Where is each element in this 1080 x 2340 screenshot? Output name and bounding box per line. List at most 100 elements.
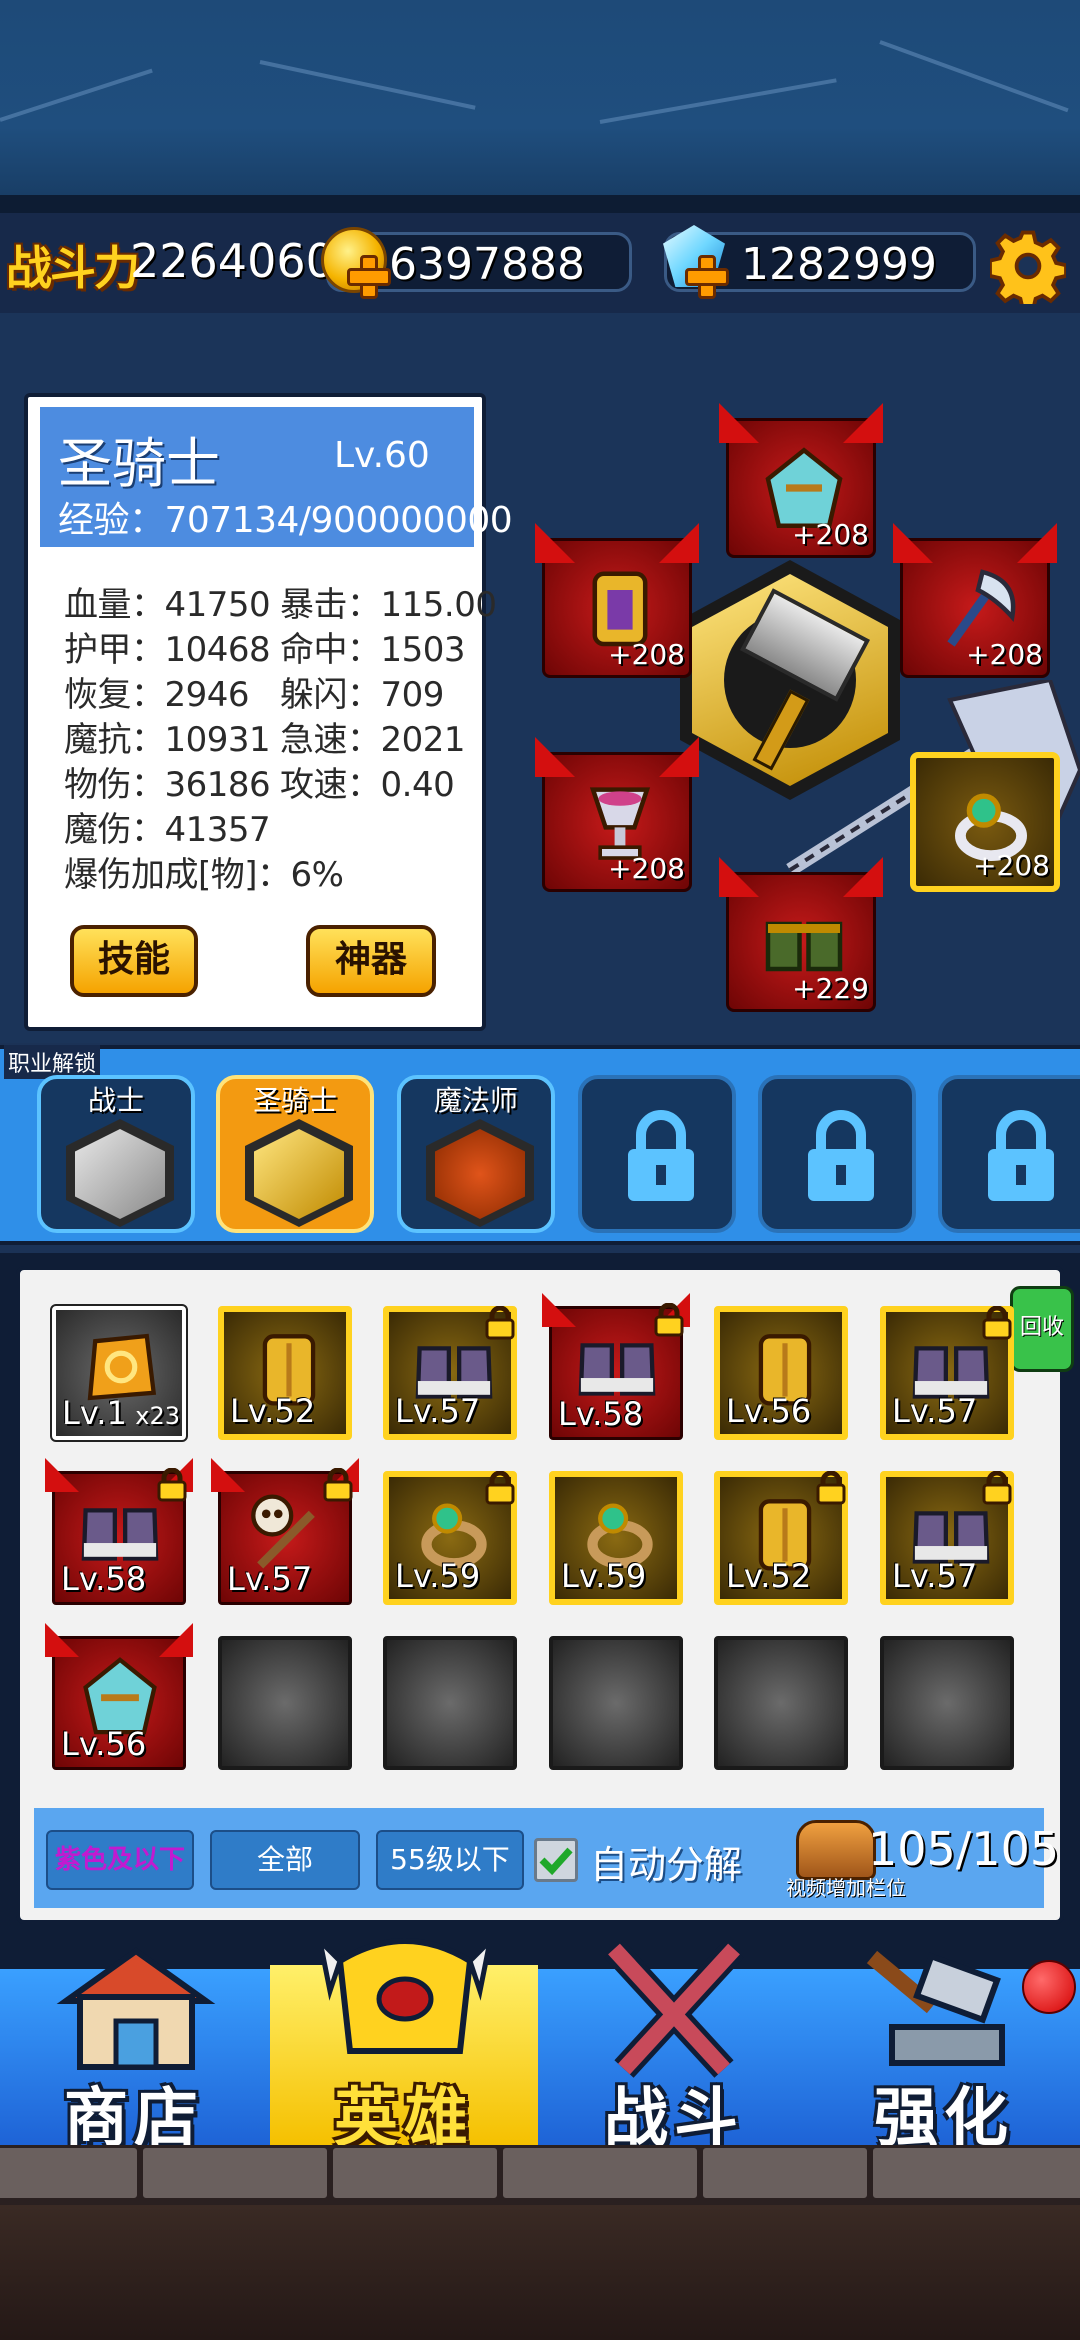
game-screen: { "header": { "power_label": "战斗力", "pow… [0,0,1080,2340]
stat-crit-dmg: 爆伤加成[物]：6% [64,855,344,895]
lock-icon [982,1306,1012,1340]
job-name: 圣骑士 [252,1084,337,1117]
gem-counter[interactable]: 1282999 [663,225,976,299]
stat-phys-dmg: 物伤：36186 [64,765,271,805]
empty-slot[interactable] [714,1636,848,1770]
stat-crit: 暴击：115.00 [280,585,497,625]
top-divider [0,195,1080,213]
item-level: Lv.59 [395,1557,481,1595]
inventory-item[interactable]: Lv.57 [880,1306,1014,1440]
inventory-item[interactable]: Lv.57 [880,1471,1014,1605]
inventory-item[interactable]: Lv.57 [383,1306,517,1440]
gear-icon[interactable] [990,228,1066,304]
nav-hero[interactable]: 英雄 [270,1937,538,2156]
item-level: Lv.59 [561,1557,647,1595]
lock-icon [485,1471,515,1505]
inventory-item[interactable]: Lv.52 [714,1471,848,1605]
nav-battle[interactable]: 战斗 [540,1940,808,2156]
equip-boots-slot[interactable]: +229 [719,857,876,1012]
inventory-item[interactable]: Lv.1 x23 [50,1304,188,1442]
hero-level: Lv.60 [334,435,430,476]
filter-all[interactable]: 全部 [210,1830,360,1890]
skill-button[interactable]: 技能 [70,925,198,997]
item-level: Lv.52 [230,1392,316,1430]
recycle-bin-button[interactable]: 回收 [1010,1286,1074,1372]
add-gold-icon[interactable] [347,255,391,299]
item-level: Lv.58 [61,1560,147,1598]
equip-enhance-level: +208 [608,852,685,885]
inventory-item[interactable]: Lv.59 [383,1471,517,1605]
empty-slot[interactable] [549,1636,683,1770]
lock-icon [654,1303,684,1337]
stat-haste: 急速：2021 [280,720,466,760]
lock-icon [982,1471,1012,1505]
job-name: 魔法师 [433,1084,518,1117]
filter-purple-below[interactable]: 紫色及以下 [46,1830,194,1890]
inventory-item[interactable]: Lv.58 [45,1458,187,1605]
lock-icon [323,1468,353,1502]
lock-icon [157,1468,187,1502]
item-level: Lv.52 [726,1557,812,1595]
empty-slot[interactable] [880,1636,1014,1770]
shop-icon [56,1947,216,2070]
bag-video-note[interactable]: 视频增加栏位 [786,1872,906,1901]
job-warrior[interactable]: 战士 [37,1075,195,1233]
item-level: Lv.56 [726,1392,812,1430]
stat-regen: 恢复：2946 [64,675,250,715]
empty-slot[interactable] [383,1636,517,1770]
item-count: x23 [135,1402,180,1430]
inventory-item[interactable]: Lv.58 [542,1293,684,1440]
equip-enhance-level: +208 [792,518,869,551]
inventory-item[interactable]: Lv.59 [549,1471,683,1605]
stat-dodge: 躲闪：709 [280,675,444,715]
empty-slot[interactable] [218,1636,352,1770]
gold-counter[interactable]: 6397888 [321,227,632,299]
inventory-item[interactable]: Lv.56 [45,1623,186,1770]
equip-helmet-slot[interactable]: +208 [719,403,876,558]
item-level: Lv.57 [227,1560,313,1598]
add-gem-icon[interactable] [685,255,729,299]
stat-magic-dmg: 魔伤：41357 [64,810,271,850]
stat-magic-resist: 魔抗：10931 [64,720,271,760]
stat-armor: 护甲：10468 [64,630,271,670]
backpack-icon[interactable] [796,1820,876,1880]
job-locked-1[interactable] [578,1075,736,1233]
hero-name: 圣骑士 [58,432,220,495]
job-locked-2[interactable] [758,1075,916,1233]
job-locked-3[interactable] [938,1075,1080,1233]
item-level: Lv.56 [61,1725,147,1763]
inventory-item[interactable]: Lv.52 [218,1306,352,1440]
auto-decompose-checkbox[interactable] [534,1838,578,1882]
equip-ring-slot[interactable]: +208 [910,752,1060,892]
crossed-swords-icon [604,1940,744,2078]
artifact-button[interactable]: 神器 [306,925,436,997]
nav-shop[interactable]: 商店 [0,1947,268,2156]
recycle-label: 回收 [1019,1315,1064,1340]
lock-icon [816,1471,846,1505]
lock-icon [628,1110,694,1201]
item-level: Lv.1 [62,1394,127,1432]
job-mage[interactable]: 魔法师 [397,1075,555,1233]
equip-armor-slot[interactable]: +208 [535,523,692,678]
equip-goblet-slot[interactable]: +208 [535,737,692,892]
helmet-icon [320,1937,490,2054]
filter-below-55[interactable]: 55级以下 [376,1830,524,1890]
stat-atk-speed: 攻速：0.40 [280,765,455,805]
gold-value: 6397888 [389,239,585,290]
top-banner [0,0,1080,212]
equip-enhance-level: +208 [608,638,685,671]
check-icon [539,1847,573,1876]
equip-axe-slot[interactable]: +208 [893,523,1050,678]
job-name: 战士 [87,1084,144,1117]
inventory-item[interactable]: Lv.57 [211,1458,353,1605]
equip-enhance-level: +208 [966,638,1043,671]
hero-stat-card: 圣骑士 Lv.60 经验：707134/900000000 血量：41750 暴… [24,393,513,1031]
stat-hit: 命中：1503 [280,630,466,670]
inventory-item[interactable]: Lv.56 [714,1306,848,1440]
job-unlock-label: 职业解锁 [4,1045,101,1079]
job-paladin[interactable]: 圣骑士 [216,1075,374,1233]
equip-enhance-level: +229 [792,972,869,1005]
stat-hp: 血量：41750 [64,585,271,625]
power-label: 战斗力 [6,241,140,295]
equip-enhance-level: +208 [973,849,1050,882]
